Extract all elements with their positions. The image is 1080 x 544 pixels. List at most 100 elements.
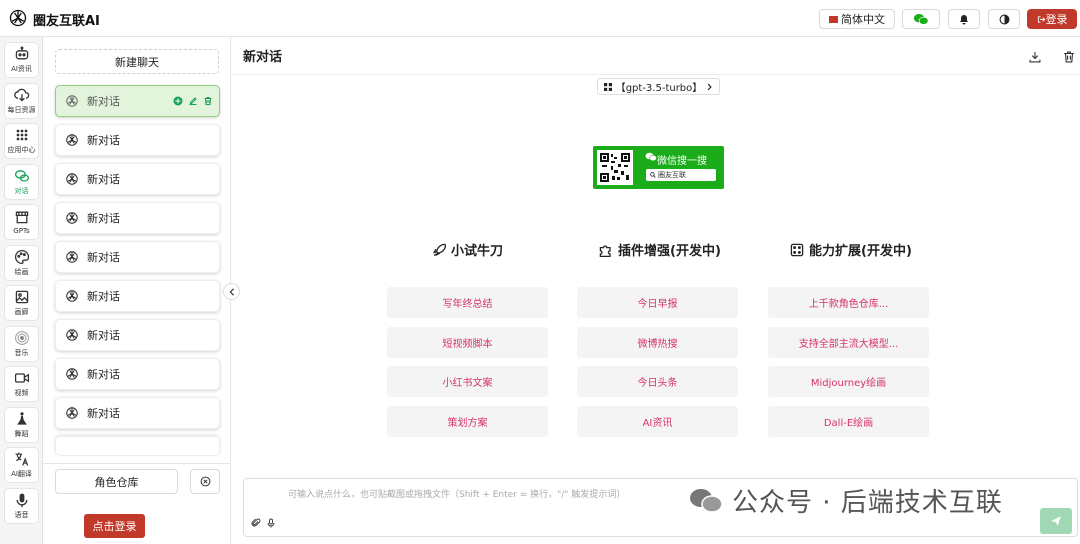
collapse-sidebar-button[interactable] [223, 283, 240, 300]
chevron-right-icon [707, 83, 712, 90]
left-navigation: AI资讯 每日资源 应用中心 对话 GPTs 绘画 画廊 音乐 视频 舞蹈 AI… [0, 37, 43, 544]
nav-item-ai-news[interactable]: AI资讯 [4, 42, 39, 78]
login-button[interactable]: 登录 [1027, 9, 1077, 29]
prompt-card[interactable]: 今日早报 [577, 287, 738, 318]
nav-item-chat[interactable]: 对话 [4, 164, 39, 200]
openai-logo-icon [66, 212, 78, 224]
nav-item-translate[interactable]: AI翻译 [4, 447, 39, 483]
chat-item[interactable]: 新对话 [55, 280, 220, 312]
chat-item[interactable]: 新对话 [55, 358, 220, 390]
bell-icon [960, 14, 968, 24]
model-selector[interactable]: 【gpt-3.5-turbo】 [597, 78, 720, 95]
nav-item-video[interactable]: 视频 [4, 366, 39, 402]
nav-item-drawing[interactable]: 绘画 [4, 245, 39, 281]
wechat-button[interactable] [902, 9, 940, 29]
chat-item-label: 新对话 [87, 329, 120, 342]
half-moon-icon [999, 14, 1009, 24]
chat-item[interactable]: 新对话 [55, 163, 220, 195]
openai-logo-icon [66, 368, 78, 380]
translate-icon [15, 452, 28, 466]
chat-item-active[interactable]: 新对话 [55, 85, 220, 117]
prompt-card[interactable]: 短视频脚本 [387, 327, 548, 358]
prompt-card[interactable]: 上千款角色仓库... [768, 287, 929, 318]
wechat-watermark-icon [690, 488, 723, 513]
role-library-button[interactable]: 角色仓库 [55, 469, 178, 494]
column-head-capabilities: 能力扩展(开发中) [789, 240, 912, 259]
video-camera-icon [14, 373, 29, 383]
clear-button[interactable] [190, 469, 220, 494]
cloud-download-icon [13, 88, 29, 102]
new-chat-button[interactable]: 新建聊天 [55, 49, 219, 74]
chat-item-label: 新对话 [87, 212, 120, 225]
wechat-icon [645, 152, 657, 161]
prompt-card[interactable]: 写年终总结 [387, 287, 548, 318]
nav-item-label: 绘画 [14, 268, 29, 276]
column-head-quick-start: 小试牛刀 [431, 240, 503, 259]
palette-icon [14, 249, 29, 265]
wechat-card-title: 微信搜一搜 [657, 156, 707, 167]
prompt-card[interactable]: 微博热搜 [577, 327, 738, 358]
chat-item-label: 新对话 [87, 173, 120, 186]
nav-item-gpts[interactable]: GPTs [4, 204, 39, 240]
paperclip-icon[interactable] [251, 518, 261, 528]
top-bar: 圈友互联AI 简体中文 登录 [0, 0, 1080, 37]
chat-item[interactable]: 新对话 [55, 397, 220, 429]
chat-item-label: 新对话 [87, 251, 120, 264]
wechat-search-card[interactable]: 微信搜一搜 圈友互联 [593, 146, 724, 189]
notification-button[interactable] [948, 9, 980, 29]
dancer-icon [16, 412, 27, 425]
prompt-card[interactable]: AI资讯 [577, 406, 738, 437]
divider [43, 463, 231, 464]
prompt-card[interactable]: Midjourney绘画 [768, 366, 929, 397]
microphone-icon[interactable] [266, 518, 276, 528]
send-button[interactable] [1040, 508, 1072, 534]
login-icon [1037, 15, 1045, 23]
microphone-icon [16, 493, 27, 508]
flag-icon [829, 15, 838, 23]
edit-icon[interactable] [188, 96, 198, 106]
chat-item-actions [173, 96, 213, 106]
prompt-card[interactable]: 支持全部主流大模型... [768, 327, 929, 358]
chat-item[interactable]: 新对话 [55, 241, 220, 273]
download-icon[interactable] [1028, 50, 1042, 64]
openai-logo-icon [66, 329, 78, 341]
language-selector[interactable]: 简体中文 [819, 9, 895, 29]
nav-item-app-center[interactable]: 应用中心 [4, 123, 39, 159]
trash-icon[interactable] [1062, 50, 1076, 64]
nav-item-music[interactable]: 音乐 [4, 326, 39, 362]
watermark: 公众号 · 后端技术互联 [688, 482, 1003, 519]
nav-item-gallery[interactable]: 画廊 [4, 285, 39, 321]
nav-item-dance[interactable]: 舞蹈 [4, 407, 39, 443]
chat-item[interactable]: 新对话 [55, 202, 220, 234]
input-placeholder: 可输入说点什么，也可贴截图或拖拽文件（Shift + Enter = 换行，"/… [288, 490, 626, 500]
openai-logo-icon [9, 9, 27, 27]
click-login-button[interactable]: 点击登录 [84, 514, 145, 538]
chat-item-label: 新对话 [87, 290, 120, 303]
prompt-card[interactable]: 策划方案 [387, 406, 548, 437]
plus-circle-icon[interactable] [173, 96, 183, 106]
nav-item-label: 音乐 [14, 349, 29, 357]
image-icon [15, 290, 28, 304]
wechat-icon [913, 13, 929, 25]
nav-item-label: AI资讯 [11, 65, 32, 73]
prompt-card[interactable]: 小红书文案 [387, 366, 548, 397]
close-circle-icon [200, 476, 210, 487]
chat-item-label: 新对话 [87, 95, 120, 108]
chat-item[interactable]: 新对话 [55, 124, 220, 156]
chat-item[interactable]: 新对话 [55, 319, 220, 351]
nav-item-daily-resources[interactable]: 每日资源 [4, 83, 39, 119]
page-title: 新对话 [243, 50, 283, 65]
prompt-card[interactable]: Dall-E绘画 [768, 406, 929, 437]
theme-toggle-button[interactable] [988, 9, 1020, 29]
trash-icon[interactable] [203, 96, 213, 106]
language-label: 简体中文 [841, 13, 885, 26]
model-label: 【gpt-3.5-turbo】 [615, 83, 703, 94]
watermark-text: 公众号 · 后端技术互联 [732, 488, 1003, 518]
store-icon [15, 211, 28, 224]
nav-item-label: 舞蹈 [14, 430, 29, 438]
chat-item-partial[interactable] [55, 436, 220, 456]
prompt-card[interactable]: 今日头条 [577, 366, 738, 397]
nav-item-voice[interactable]: 语音 [4, 488, 39, 524]
nav-item-label: AI翻译 [11, 470, 32, 478]
openai-logo-icon [66, 134, 78, 146]
